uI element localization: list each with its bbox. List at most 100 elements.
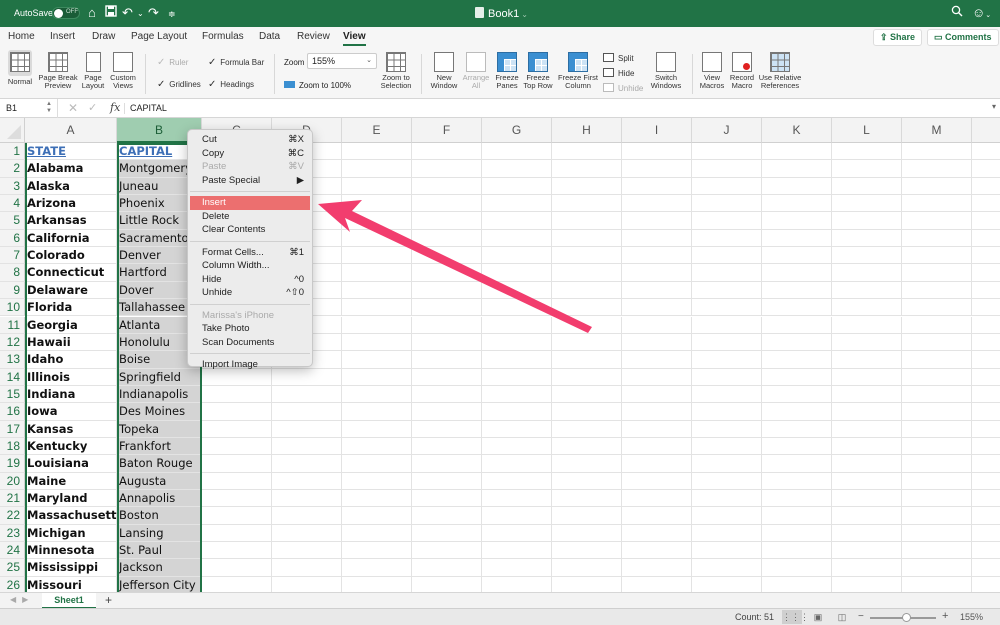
cell-empty[interactable] xyxy=(832,576,902,592)
cell-state[interactable]: Kansas xyxy=(25,420,117,438)
cell-empty[interactable] xyxy=(832,160,902,178)
cell-empty[interactable] xyxy=(972,490,1000,508)
tab-insert[interactable]: Insert xyxy=(50,31,75,42)
cell-empty[interactable] xyxy=(692,316,762,334)
cell-empty[interactable] xyxy=(412,264,482,282)
cell-empty[interactable] xyxy=(272,559,342,577)
cell-empty[interactable] xyxy=(622,316,692,334)
cell-capital[interactable]: Jackson xyxy=(117,559,202,577)
row-header[interactable]: 10 xyxy=(0,299,25,317)
normal-view-button[interactable]: Normal xyxy=(4,50,36,86)
cell-empty[interactable] xyxy=(482,351,552,369)
cell-empty[interactable] xyxy=(972,299,1000,317)
cell-empty[interactable] xyxy=(832,177,902,196)
row-header[interactable]: 1 xyxy=(0,143,25,161)
cell-empty[interactable] xyxy=(832,455,902,473)
cell-empty[interactable] xyxy=(832,316,902,334)
cell-empty[interactable] xyxy=(482,316,552,334)
cell-empty[interactable] xyxy=(832,368,902,386)
cell-empty[interactable] xyxy=(622,559,692,577)
cell-state[interactable]: Missouri xyxy=(25,576,117,592)
cell-empty[interactable] xyxy=(552,229,622,248)
cell-empty[interactable] xyxy=(482,524,552,543)
cell-empty[interactable] xyxy=(272,385,342,404)
stepper-icon[interactable]: ▲ ▼ xyxy=(46,101,52,115)
cell-empty[interactable] xyxy=(412,316,482,334)
column-header-f[interactable]: F xyxy=(412,118,482,143)
cell-empty[interactable] xyxy=(762,403,832,421)
cell-empty[interactable] xyxy=(762,385,832,404)
cell-empty[interactable] xyxy=(482,264,552,282)
cell-empty[interactable] xyxy=(692,420,762,438)
cell-empty[interactable] xyxy=(482,507,552,525)
cell-state[interactable]: Indiana xyxy=(25,385,117,404)
cell-empty[interactable] xyxy=(902,368,972,386)
cell-state[interactable]: Maine xyxy=(25,472,117,490)
cell-empty[interactable] xyxy=(692,385,762,404)
cell-empty[interactable] xyxy=(692,351,762,369)
row-header[interactable]: 25 xyxy=(0,559,25,577)
autosave-toggle[interactable]: OFF xyxy=(52,7,80,19)
tab-home[interactable]: Home xyxy=(8,31,35,42)
cell-empty[interactable] xyxy=(692,559,762,577)
row-header[interactable]: 14 xyxy=(0,368,25,386)
cell-empty[interactable] xyxy=(482,559,552,577)
cell-empty[interactable] xyxy=(762,524,832,543)
cell-empty[interactable] xyxy=(832,559,902,577)
cell-empty[interactable] xyxy=(972,577,1000,592)
cell-state[interactable]: Delaware xyxy=(25,281,117,300)
cell-empty[interactable] xyxy=(552,247,622,265)
cell-empty[interactable] xyxy=(692,160,762,178)
comments-button[interactable]: ▭ Comments xyxy=(927,29,999,46)
cell-empty[interactable] xyxy=(692,490,762,508)
page-layout-status-icon[interactable]: ▣ xyxy=(808,610,828,624)
cell-empty[interactable] xyxy=(412,576,482,592)
customize-toolbar-icon[interactable]: ≑ xyxy=(168,6,176,22)
row-header[interactable]: 23 xyxy=(0,524,25,543)
add-sheet-button[interactable]: + xyxy=(105,593,112,608)
cell-empty[interactable] xyxy=(622,472,692,490)
cell-state[interactable]: Massachusetts xyxy=(25,507,123,525)
sheet-nav-arrows-icon[interactable]: ◀▶ xyxy=(10,595,34,604)
row-header[interactable]: 12 xyxy=(0,333,25,352)
cell-empty[interactable] xyxy=(412,524,482,543)
cell-empty[interactable] xyxy=(692,299,762,317)
cell-empty[interactable] xyxy=(412,368,482,386)
column-header-k[interactable]: K xyxy=(762,118,832,143)
column-header-m[interactable]: M xyxy=(902,118,972,143)
column-header-g[interactable]: G xyxy=(482,118,552,143)
cell-empty[interactable] xyxy=(692,524,762,543)
cell-empty[interactable] xyxy=(902,559,972,577)
cell-empty[interactable] xyxy=(552,195,622,213)
cell-empty[interactable] xyxy=(692,542,762,560)
column-header-l[interactable]: L xyxy=(832,118,902,143)
cell-empty[interactable] xyxy=(622,524,692,543)
cell-empty[interactable] xyxy=(552,490,622,508)
cell-empty[interactable] xyxy=(692,368,762,386)
cell-empty[interactable] xyxy=(832,385,902,404)
cell-empty[interactable] xyxy=(202,490,272,508)
cell-empty[interactable] xyxy=(972,212,1000,230)
cell-empty[interactable] xyxy=(412,229,482,248)
cell-empty[interactable] xyxy=(552,143,622,161)
cell-empty[interactable] xyxy=(902,576,972,592)
cell-empty[interactable] xyxy=(342,490,412,508)
cell-state[interactable]: Maryland xyxy=(25,490,117,508)
cell-empty[interactable] xyxy=(832,507,902,525)
cell-state[interactable]: Louisiana xyxy=(25,455,117,473)
sheet-tab-sheet1[interactable]: Sheet1 xyxy=(42,593,96,609)
cell-empty[interactable] xyxy=(622,490,692,508)
cell-empty[interactable] xyxy=(622,437,692,456)
cell-empty[interactable] xyxy=(622,143,692,161)
search-icon[interactable] xyxy=(951,5,963,21)
cell-empty[interactable] xyxy=(342,472,412,490)
cell-empty[interactable] xyxy=(902,420,972,438)
cell-empty[interactable] xyxy=(552,160,622,178)
expand-formula-bar-icon[interactable]: ▾ xyxy=(992,102,996,111)
freeze-top-row-button[interactable]: Freeze Top Row xyxy=(522,52,554,90)
row-header[interactable]: 18 xyxy=(0,437,25,456)
cell-empty[interactable] xyxy=(762,542,832,560)
undo-icon[interactable]: ↶ xyxy=(122,5,133,21)
worksheet-grid[interactable]: ABCDEFGHIJKLM1STATECAPITAL2AlabamaMontgo… xyxy=(0,118,1000,592)
cell-empty[interactable] xyxy=(902,247,972,265)
